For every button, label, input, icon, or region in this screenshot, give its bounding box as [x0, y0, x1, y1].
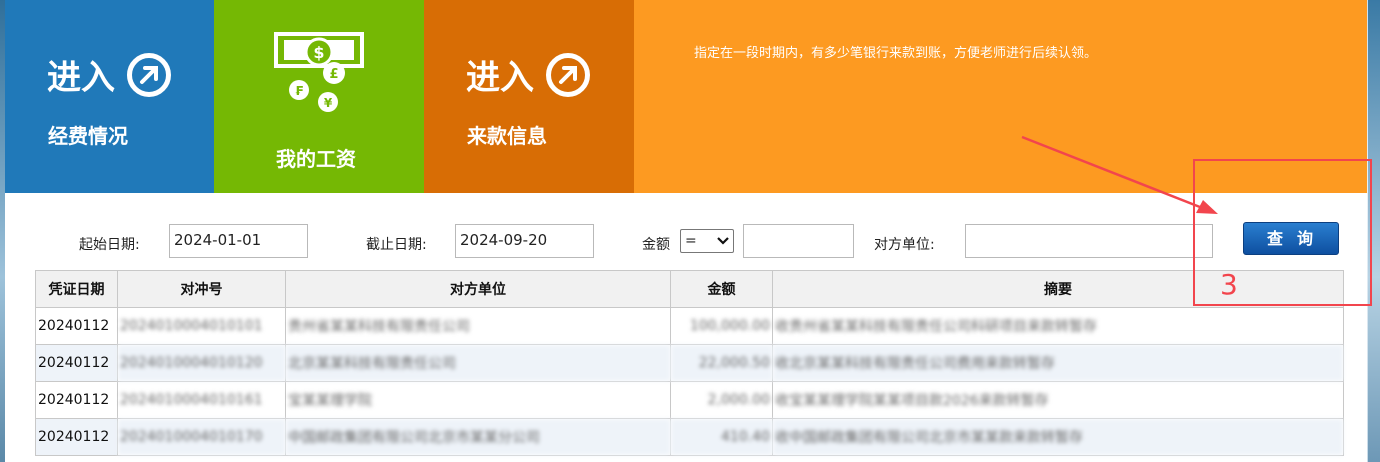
- annotation-arrow: [1021, 135, 1218, 214]
- annotation-step-number: 3: [1220, 268, 1238, 301]
